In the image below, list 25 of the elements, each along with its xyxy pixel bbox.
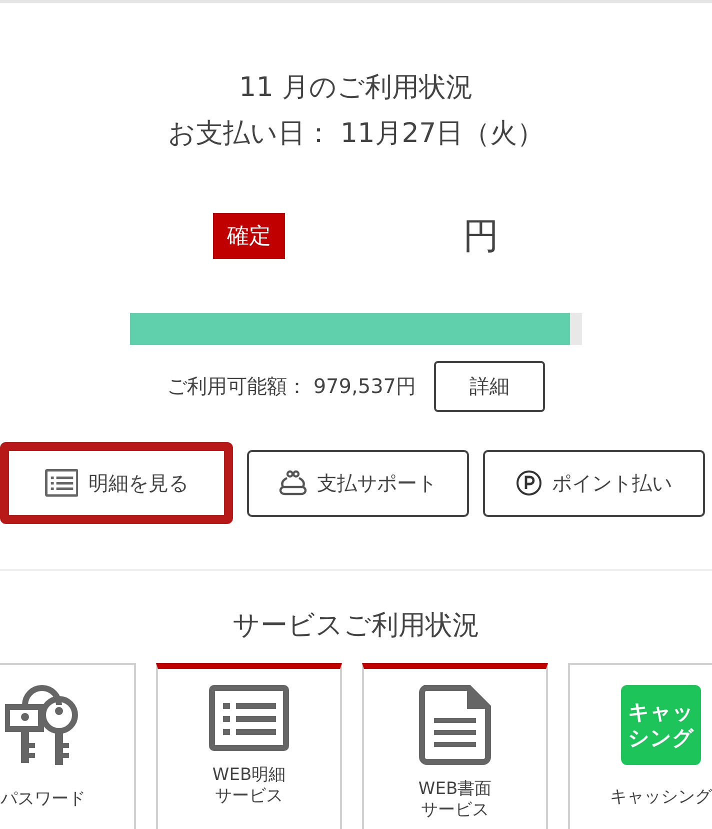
- logo-text: キャッシング: [628, 699, 694, 751]
- service-label: パスワード: [0, 789, 86, 810]
- service-card[interactable]: パスワード: [0, 663, 136, 829]
- service-label: WEB書面サービス: [417, 779, 493, 821]
- action-button[interactable]: 明細を見る: [0, 442, 233, 524]
- service-card[interactable]: キャッシング キャッシング: [568, 663, 712, 829]
- service-label: WEB明細サービス: [211, 765, 287, 807]
- service-card[interactable]: WEB明細サービス: [156, 663, 342, 829]
- action-button[interactable]: ポイント払い: [483, 450, 705, 516]
- purse-icon: [279, 470, 307, 496]
- point-icon: [516, 470, 542, 496]
- available-amount: ご利用可能額： 979,537円: [166, 373, 416, 400]
- currency-unit: 円: [463, 214, 499, 258]
- service-card[interactable]: WEB書面サービス: [362, 663, 548, 829]
- list-icon: [209, 685, 289, 751]
- status-badge: 確定: [213, 213, 285, 259]
- section-title: サービスご利用状況: [232, 609, 480, 643]
- detail-button[interactable]: 詳細: [434, 361, 546, 412]
- list-icon: [44, 469, 78, 497]
- service-label: キャッシング: [610, 787, 712, 808]
- document-icon: [419, 685, 491, 765]
- page-title: 11 月のご利用状況: [239, 71, 473, 105]
- action-button[interactable]: 支払サポート: [247, 450, 469, 516]
- due-date: お支払い日： 11月27日（火）: [168, 117, 544, 151]
- keys-icon: [5, 685, 81, 767]
